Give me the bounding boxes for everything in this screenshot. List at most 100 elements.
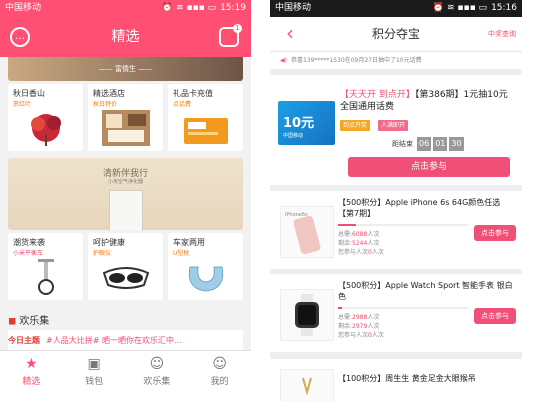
carrier-label: 中国移动: [5, 3, 42, 13]
card-title: 精选酒店: [93, 89, 125, 98]
banner-text: —— 富情生 ——: [98, 65, 153, 73]
phone-credit-image: 10元 中国移动: [278, 101, 335, 145]
remain-value: 2979: [352, 323, 368, 330]
apple-watch-thumbnail: [280, 289, 334, 341]
my-unit: 人次: [371, 249, 384, 256]
join-button[interactable]: 点击参与: [348, 157, 510, 177]
remain-label: 剩余:: [338, 240, 353, 247]
tab-featured[interactable]: ★ 精选: [0, 351, 63, 401]
wallet-icon: ▣: [87, 356, 101, 372]
featured-prize-card: 10元 中国移动 【天天开 到点开】【第386期】1元抽10元全国通用话费 到点…: [270, 75, 522, 185]
prize-item-apple-watch: 【500积分】Apple Watch Sport 智能手表 银白色 总需:298…: [270, 274, 522, 352]
my-participation: 您参与人次0人次: [338, 247, 384, 256]
credit-value: 10元: [283, 116, 315, 131]
gift-card-image: [184, 118, 228, 144]
countdown-minutes: 01: [433, 137, 448, 151]
card-subtitle: 护眼仪: [93, 250, 112, 257]
topic-text: #人品大比拼# 晒一晒你在欢乐汇中...: [46, 336, 182, 345]
page-title: 积分夺宝: [371, 27, 420, 41]
happy-title-text: 欢乐集: [19, 316, 50, 327]
clock-label: 15:19: [220, 3, 246, 13]
tab-label: 欢乐集: [143, 377, 171, 387]
prize-name[interactable]: 【500积分】Apple Watch Sport 智能手表 银白色: [338, 280, 514, 302]
tab-wallet[interactable]: ▣ 钱包: [63, 351, 126, 401]
app-header: ‹ 积分夺宝 中奖查询: [270, 17, 522, 52]
air-purifier-image: [109, 190, 143, 231]
card-title: 礼品卡充值: [173, 89, 213, 98]
status-icons: ⏰ ≋ ▪▪▪ ▭ 15:19: [158, 0, 246, 17]
total-unit: 人次: [367, 314, 380, 321]
iphone-thumbnail: iPhone6s: [280, 206, 334, 258]
remaining: 剩余:2979人次: [338, 321, 379, 330]
card-autumn-fragrant-hill[interactable]: 秋日香山 赏红叶: [8, 84, 83, 151]
my-label: 您参与人次: [338, 249, 369, 256]
left-phone-screen: 中国移动 ⏰ ≋ ▪▪▪ ▭ 15:19 … 精选 1 —— 富情生 —— 秋日香…: [0, 0, 251, 401]
star-icon: ★: [25, 356, 38, 372]
promo-banner-air-purifier[interactable]: 清新伴我行 小米空气净化器: [8, 158, 243, 231]
notice-text: 恭喜139*****1530在09月27日抽中了10元话费: [290, 57, 422, 64]
gold-pendant-thumbnail: [280, 369, 334, 401]
winning-query-link[interactable]: 中奖查询: [488, 17, 516, 51]
remain-value: 5244: [352, 240, 368, 247]
countdown-label: 距结束: [392, 140, 413, 148]
credit-brand: 中国移动: [283, 133, 304, 139]
tag-draw-on-time: 到点开奖: [340, 120, 371, 131]
countdown-timer: 距结束 06 01 30: [392, 137, 465, 151]
join-button[interactable]: 点击参与: [474, 308, 516, 324]
card-car-home[interactable]: 车家两用 U型枕: [168, 233, 243, 300]
u-pillow-image: [188, 266, 224, 292]
total-needed: 总需:6088人次: [338, 229, 379, 238]
tab-mine[interactable]: ☺ 我的: [188, 351, 251, 401]
fire-icon: ◼: [8, 316, 17, 327]
profile-icon: ☺: [212, 356, 227, 372]
prize-name[interactable]: 【100积分】周生生 黄金足金大眼猴吊: [338, 373, 514, 384]
my-participation: 您参与人次0人次: [338, 330, 384, 339]
promo-subtitle: 小米空气净化器: [107, 179, 143, 185]
prize-title[interactable]: 【天天开 到点开】【第386期】1元抽10元全国通用话费: [340, 89, 515, 113]
message-icon[interactable]: 1: [219, 24, 242, 47]
status-icons-glyphs: ⏰ ≋ ▪▪▪ ▭: [161, 3, 217, 13]
feature-grid-row-2: 潮货来袭 小米平衡车 呵护健康 护眼仪 车家两用 U型枕: [8, 233, 243, 300]
thumb-caption: iPhone6s: [285, 212, 308, 218]
card-subtitle: 小米平衡车: [13, 250, 44, 257]
status-bar: 中国移动 ⏰ ≋ ▪▪▪ ▭ 15:19: [0, 0, 251, 17]
card-featured-hotel[interactable]: 精选酒店 秋日特价: [88, 84, 163, 151]
card-title: 车家两用: [173, 238, 205, 247]
status-icons: ⏰ ≋ ▪▪▪ ▭ 15:16: [429, 0, 517, 17]
prize-item-gold-pendant: 【100积分】周生生 黄金足金大眼猴吊: [270, 359, 522, 401]
total-label: 总需:: [338, 314, 353, 321]
tab-label: 精选: [22, 377, 41, 387]
total-value: 6088: [352, 231, 368, 238]
join-button[interactable]: 点击参与: [474, 225, 516, 241]
tab-happy[interactable]: ☺ 欢乐集: [126, 351, 189, 401]
feature-grid-row-1: 秋日香山 赏红叶 精选酒店 秋日特价 礼品卡充值 点话费: [8, 84, 243, 151]
remain-unit: 人次: [367, 323, 380, 330]
card-health-care[interactable]: 呵护健康 护眼仪: [88, 233, 163, 300]
total-label: 总需:: [338, 231, 353, 238]
progress-bar: [338, 224, 468, 226]
tab-label: 钱包: [85, 377, 104, 387]
remaining: 剩余:5244人次: [338, 238, 379, 247]
speaker-icon: ◀): [280, 57, 287, 64]
eye-massager-image: [102, 267, 150, 289]
tag-draw-when-full: 人满即开: [378, 120, 409, 131]
progress-bar: [338, 307, 468, 309]
card-title: 秋日香山: [13, 89, 45, 98]
notification-badge: 1: [233, 24, 242, 33]
total-value: 2988: [352, 314, 368, 321]
page-title: 精选: [111, 29, 140, 45]
balance-scooter-image: [38, 259, 54, 295]
happy-topic-row[interactable]: 今日主题 #人品大比拼# 晒一晒你在欢乐汇中...: [8, 330, 243, 352]
happy-section-title: ◼ 欢乐集: [8, 312, 49, 327]
top-banner[interactable]: —— 富情生 ——: [8, 57, 243, 81]
right-phone-screen: 中国移动 ⏰ ≋ ▪▪▪ ▭ 15:16 ‹ 积分夺宝 中奖查询 ◀) 恭喜139*…: [270, 0, 522, 401]
winner-notice-bar: ◀) 恭喜139*****1530在09月27日抽中了10元话费: [270, 52, 522, 69]
card-trendy-goods[interactable]: 潮货来袭 小米平衡车: [8, 233, 83, 300]
progress-fill: [338, 224, 357, 226]
bottom-tab-bar: ★ 精选 ▣ 钱包 ☺ 欢乐集 ☺ 我的: [0, 350, 251, 401]
prize-name[interactable]: 【500积分】Apple iPhone 6s 64G颜色任选【第7期】: [338, 197, 514, 219]
remain-unit: 人次: [367, 240, 380, 247]
card-gift-card-topup[interactable]: 礼品卡充值 点话费: [168, 84, 243, 151]
smile-icon: ☺: [149, 356, 165, 372]
tab-label: 我的: [210, 377, 229, 387]
